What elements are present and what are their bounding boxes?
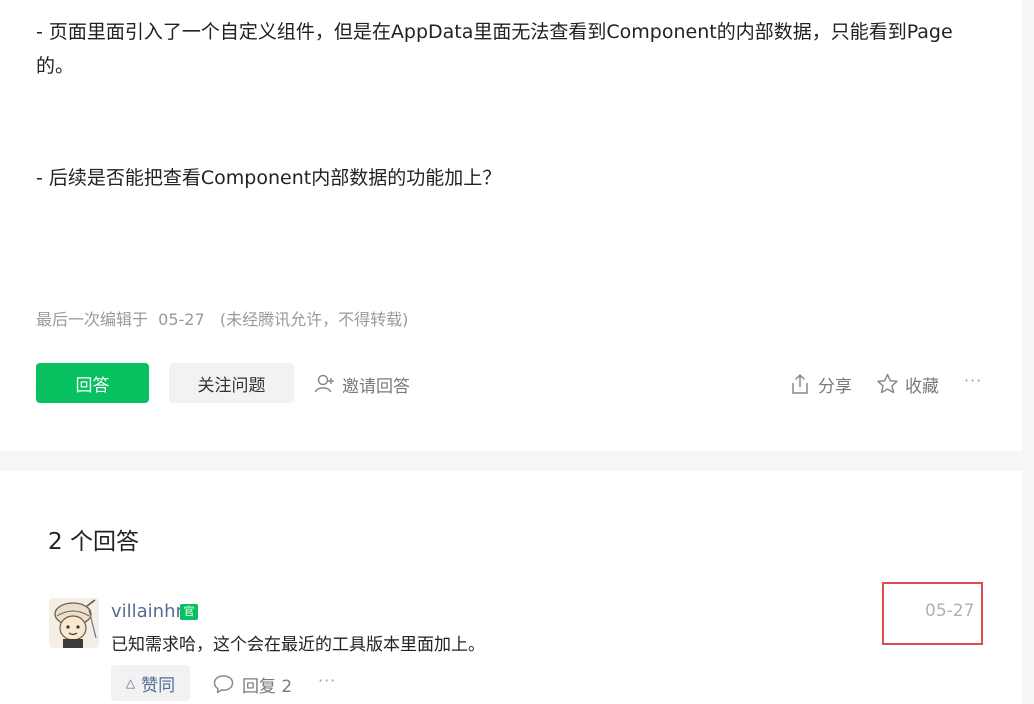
answer-more-button[interactable]: ··· xyxy=(318,671,336,690)
answers-count-heading: 2 个回答 xyxy=(48,529,139,555)
follow-question-button[interactable]: 关注问题 xyxy=(169,363,294,403)
invite-answer-button[interactable]: 邀请回答 xyxy=(314,371,410,397)
like-label: 赞同 xyxy=(141,675,176,696)
edit-meta: 最后一次编辑于 05-27 (未经腾讯允许，不得转载) xyxy=(36,310,409,329)
invite-answer-label: 邀请回答 xyxy=(342,376,410,397)
scrollbar-gutter xyxy=(1022,0,1034,704)
reply-button[interactable]: 回复 2 xyxy=(213,671,292,697)
like-button[interactable]: △ 赞同 xyxy=(111,665,190,701)
reply-count-label: 回复 2 xyxy=(242,676,293,697)
comment-icon xyxy=(213,675,234,694)
collect-button[interactable]: 收藏 xyxy=(876,371,939,397)
question-paragraph-2: - 后续是否能把查看Component内部数据的功能加上？ xyxy=(36,167,502,189)
upvote-icon: △ xyxy=(125,676,136,690)
answer-content: 已知需求哈，这个会在最近的工具版本里面加上。 xyxy=(111,635,485,655)
answer-button[interactable]: 回答 xyxy=(36,363,149,403)
official-badge: 官 xyxy=(180,604,198,620)
share-label: 分享 xyxy=(818,376,852,397)
answer-date: 05-27 xyxy=(925,601,975,621)
more-options-button[interactable]: ··· xyxy=(964,371,982,390)
share-button[interactable]: 分享 xyxy=(790,371,852,397)
question-paragraph-1: - 页面里面引入了一个自定义组件，但是在AppData里面无法查看到Compon… xyxy=(36,21,953,77)
star-icon xyxy=(877,373,898,394)
share-icon xyxy=(792,373,808,394)
avatar-image xyxy=(49,598,99,648)
avatar[interactable] xyxy=(49,598,99,648)
answer-username[interactable]: villainhr xyxy=(111,601,183,622)
invite-user-icon xyxy=(314,374,334,393)
collect-label: 收藏 xyxy=(905,376,939,397)
